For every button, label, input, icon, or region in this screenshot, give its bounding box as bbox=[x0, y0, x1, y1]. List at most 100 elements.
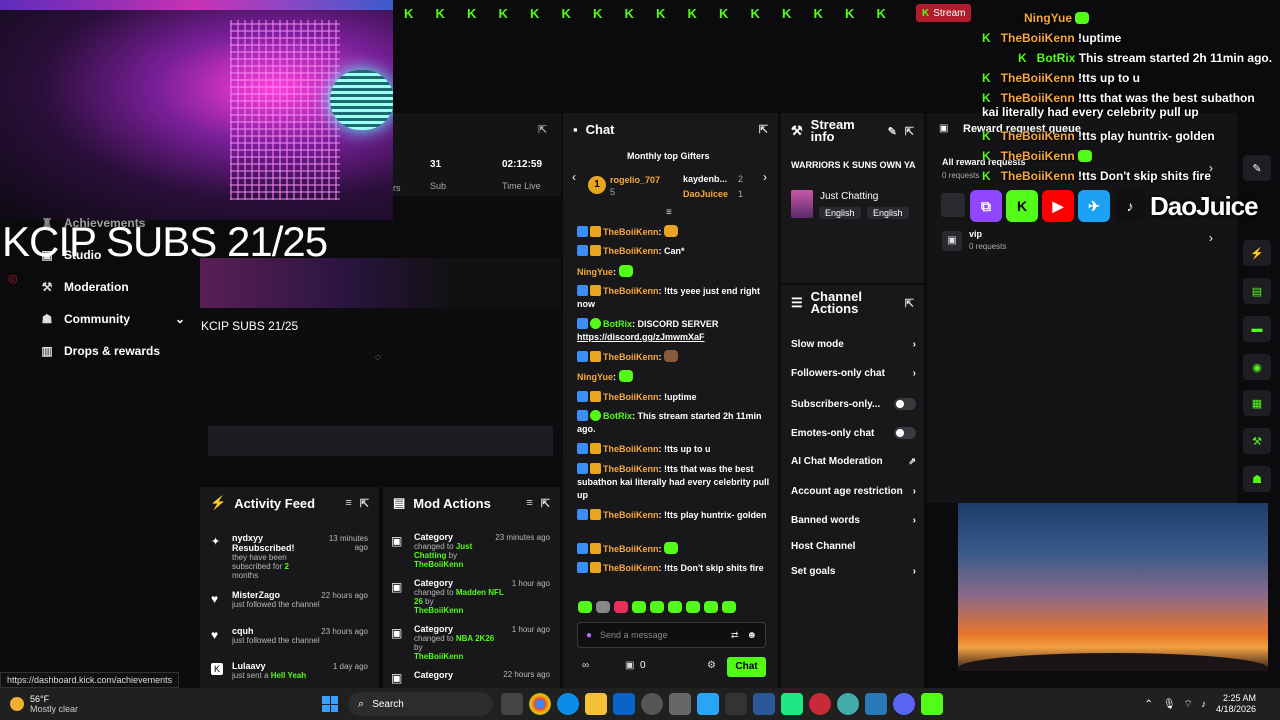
weather-widget[interactable]: 56°F Mostly clear bbox=[30, 694, 78, 714]
stream-tab[interactable]: K Stream bbox=[916, 4, 972, 22]
loading-spinner-icon: ◌ bbox=[375, 352, 381, 363]
task-view-icon[interactable] bbox=[501, 693, 524, 715]
kick-icon[interactable] bbox=[921, 693, 944, 715]
popout-icon[interactable]: ⇱ bbox=[759, 123, 768, 136]
sidebar-item-moderation[interactable]: ⚒ Moderation bbox=[40, 280, 129, 294]
emote-icon[interactable] bbox=[722, 601, 736, 613]
edit-icon[interactable]: ✎ bbox=[888, 125, 897, 138]
app-icon[interactable] bbox=[865, 693, 888, 715]
time-live-label: Time Live bbox=[502, 181, 541, 191]
chevron-left-icon[interactable]: ‹ bbox=[572, 170, 576, 184]
emote-icon[interactable] bbox=[632, 601, 646, 613]
chrome-icon[interactable] bbox=[529, 693, 552, 715]
obs-icon[interactable] bbox=[641, 693, 664, 715]
vip-label[interactable]: vip bbox=[969, 229, 982, 239]
filter-icon[interactable]: ≡ bbox=[345, 497, 351, 509]
mic-icon[interactable]: 🎙 bbox=[1163, 699, 1176, 710]
app-icon[interactable] bbox=[669, 693, 692, 715]
emote-icon[interactable] bbox=[596, 601, 610, 613]
search-icon: ⌕ bbox=[358, 697, 365, 710]
account-age-row[interactable]: Account age restriction › bbox=[791, 486, 916, 497]
chat-send-button[interactable]: Chat bbox=[727, 657, 766, 677]
edit-icon[interactable]: ✎ bbox=[1243, 155, 1271, 181]
channel-actions-header: ☰ Channel Actions ⇱ bbox=[781, 285, 924, 321]
sidebar-item-drops[interactable]: ▥ Drops & rewards bbox=[40, 344, 160, 358]
slow-mode-row[interactable]: Slow mode › bbox=[791, 339, 916, 350]
hulu-icon[interactable] bbox=[781, 693, 804, 715]
subscribers-only-row[interactable]: Subscribers-only... bbox=[791, 398, 916, 410]
file-explorer-icon[interactable] bbox=[585, 693, 608, 715]
chevron-up-icon[interactable]: ⌃ bbox=[1144, 699, 1152, 710]
lightning-icon[interactable]: ⚡ bbox=[1243, 240, 1271, 266]
wrench-icon[interactable]: ⚒ bbox=[1243, 428, 1271, 454]
chevron-right-icon[interactable]: › bbox=[1209, 231, 1213, 245]
category-name[interactable]: Just Chatting bbox=[820, 191, 878, 202]
subscribers-only-toggle[interactable] bbox=[894, 398, 916, 410]
emote-icon[interactable] bbox=[668, 601, 682, 613]
emote-icon[interactable] bbox=[650, 601, 664, 613]
users-icon[interactable]: ☗ bbox=[1243, 466, 1271, 492]
stream-title: WARRIORS K SUNS OWN YA bbox=[791, 160, 916, 170]
emotes-only-row[interactable]: Emotes-only chat bbox=[791, 427, 916, 439]
chat-bubble-icon[interactable]: ▬ bbox=[1243, 316, 1271, 342]
led-orb bbox=[330, 70, 393, 130]
discord-icon[interactable] bbox=[893, 693, 916, 715]
chevron-right-icon: › bbox=[912, 368, 916, 379]
chat-message: TheBoiiKenn: !uptime bbox=[577, 391, 773, 404]
translate-icon[interactable]: ⇄ bbox=[731, 630, 739, 641]
emotes-only-toggle[interactable] bbox=[894, 427, 916, 439]
sidebar-item-community[interactable]: ☗ Community ⌄ bbox=[40, 312, 185, 326]
ai-moderation-row[interactable]: AI Chat Moderation ⇗ bbox=[791, 456, 916, 467]
popout-icon[interactable]: ⇱ bbox=[905, 125, 914, 138]
chat-message: TheBoiiKenn: !tts that was the best suba… bbox=[577, 463, 770, 500]
gear-icon[interactable]: ⚙ bbox=[707, 660, 716, 671]
volume-icon[interactable]: ♪ bbox=[1201, 699, 1206, 710]
chevron-right-icon: › bbox=[912, 486, 916, 497]
mod-action-time: 1 hour ago bbox=[511, 579, 550, 588]
emote-icon[interactable] bbox=[614, 601, 628, 613]
discord-link[interactable]: https://discord.gg/zJmwmXaF bbox=[577, 332, 705, 342]
clock[interactable]: 2:25 AM 4/18/2026 bbox=[1216, 693, 1256, 715]
points-icon[interactable]: ∞ bbox=[582, 660, 589, 671]
wifi-icon[interactable]: ⌔ bbox=[1184, 698, 1193, 711]
host-channel-row[interactable]: Host Channel bbox=[791, 541, 916, 552]
chevron-right-icon[interactable]: › bbox=[763, 170, 767, 184]
app-icon[interactable] bbox=[753, 693, 776, 715]
mic-icon[interactable]: ● bbox=[586, 630, 592, 641]
chevron-right-icon: › bbox=[912, 339, 916, 350]
mod-action-item: Category changed to NBA 2K26 by TheBoiiKe… bbox=[414, 624, 495, 661]
stream-preview[interactable]: KCIP SUBS 21/25 ◌ bbox=[200, 258, 561, 461]
windows-start-icon[interactable] bbox=[322, 696, 339, 712]
overlay-chat-line: K TheBoiiKenn !tts Don't skip shits fire bbox=[982, 169, 1211, 183]
led-strip bbox=[0, 0, 393, 10]
panel-icon[interactable]: ▦ bbox=[1243, 390, 1271, 416]
copilot-icon[interactable] bbox=[697, 693, 720, 715]
opera-icon[interactable] bbox=[809, 693, 832, 715]
app-icon[interactable] bbox=[837, 693, 860, 715]
edge-icon[interactable] bbox=[557, 693, 580, 715]
popout-icon[interactable]: ⇱ bbox=[360, 497, 369, 510]
chat-input[interactable]: ● Send a message ⇄ ☻ bbox=[577, 622, 766, 648]
popout-icon[interactable]: ⇱ bbox=[905, 297, 914, 310]
terminal-icon[interactable] bbox=[725, 693, 748, 715]
popout-icon[interactable]: ⇱ bbox=[541, 497, 550, 510]
gifter-rank-badge: 1 bbox=[588, 176, 606, 194]
banned-words-row[interactable]: Banned words › bbox=[791, 515, 916, 526]
popout-icon[interactable]: ⇱ bbox=[538, 123, 547, 136]
set-goals-row[interactable]: Set goals › bbox=[791, 566, 916, 577]
broadcast-icon[interactable]: ◉ bbox=[1243, 354, 1271, 380]
mod-action-item: Category bbox=[414, 670, 454, 680]
document-icon[interactable]: ▤ bbox=[1243, 278, 1271, 304]
emote-icon[interactable] bbox=[686, 601, 700, 613]
emote-icon[interactable] bbox=[704, 601, 718, 613]
emote-bar[interactable] bbox=[578, 601, 736, 613]
outlook-icon[interactable] bbox=[613, 693, 636, 715]
overlay-chat-line: K TheBoiiKenn !tts up to u bbox=[982, 71, 1140, 85]
emoji-icon[interactable]: ☻ bbox=[746, 630, 757, 641]
followers-only-row[interactable]: Followers-only chat › bbox=[791, 368, 916, 379]
emote-icon[interactable] bbox=[578, 601, 592, 613]
filter-icon[interactable]: ≡ bbox=[666, 207, 672, 218]
gift-icon[interactable]: ▣ bbox=[625, 660, 634, 671]
taskbar-search[interactable]: ⌕ Search bbox=[348, 692, 494, 716]
filter-icon[interactable]: ≡ bbox=[526, 497, 532, 509]
